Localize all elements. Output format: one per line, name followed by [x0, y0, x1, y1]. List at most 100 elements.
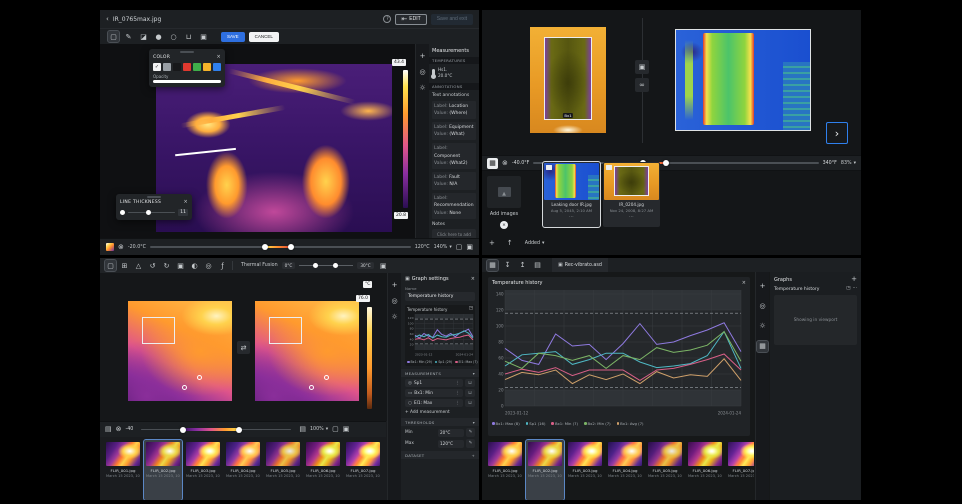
color-scale[interactable]: [367, 307, 372, 409]
add-icon[interactable]: +: [757, 281, 768, 292]
expand-icon[interactable]: ◳: [469, 307, 473, 312]
range-handle-low[interactable]: [262, 244, 268, 250]
add-measurement-button[interactable]: + Add measurement: [405, 410, 475, 415]
add-icon[interactable]: +: [392, 282, 398, 289]
film-card[interactable]: FLIR_002.jpg March 15 2023, 10:4...: [144, 440, 182, 500]
color-swatch[interactable]: [173, 63, 181, 71]
rotate-right-icon[interactable]: ↻: [161, 260, 172, 271]
range-handle-high[interactable]: [288, 244, 294, 250]
save-exit-button[interactable]: Save and exit: [431, 14, 473, 25]
close-icon[interactable]: ×: [217, 55, 222, 60]
graphs-icon[interactable]: ▦: [757, 341, 768, 352]
spot-marker[interactable]: [182, 385, 187, 390]
shape-icon[interactable]: △: [133, 260, 144, 271]
film-card[interactable]: FLIR_007.jpg March 15 2023, 10:4...: [726, 440, 754, 500]
range-handle-high[interactable]: [663, 160, 669, 166]
close-icon[interactable]: ×: [471, 277, 475, 282]
film-card[interactable]: FLIR_001.jpg March 15 2023, 10:4...: [486, 440, 524, 500]
opacity-slider[interactable]: [153, 80, 221, 83]
film-card[interactable]: FLIR_003.jpg March 15 2023, 10:4...: [184, 440, 222, 500]
palette-icon[interactable]: ◎: [391, 298, 397, 305]
zoom-dropdown[interactable]: 140%▾: [434, 245, 452, 250]
graph-name-input[interactable]: Temperature history: [405, 292, 475, 301]
annotations-section[interactable]: ANNOTATIONS: [429, 83, 479, 90]
annotation-field[interactable]: Label: Component Value: (What2): [432, 143, 476, 169]
card-menu-icon[interactable]: ⋯: [604, 214, 659, 220]
range-handle-high[interactable]: [236, 427, 242, 433]
alarm-icon[interactable]: ⊗: [502, 160, 508, 167]
blend-icon[interactable]: ◐: [189, 260, 200, 271]
measurements-section[interactable]: MEASUREMENTS▾: [401, 369, 479, 377]
fusion-min-value[interactable]: 0°C: [282, 262, 296, 269]
add-icon[interactable]: +: [420, 53, 426, 60]
measurement-box[interactable]: [269, 317, 302, 344]
file-tab[interactable]: ▣ Rec-vibrato.asd: [552, 258, 608, 272]
thresholds-section[interactable]: THRESHOLDS▾: [401, 418, 479, 426]
spot-marker[interactable]: [324, 375, 329, 380]
delete-measurement-button[interactable]: ⊔: [465, 399, 475, 407]
trash-tool-icon[interactable]: ⊔: [183, 31, 194, 42]
dataset-section[interactable]: DATASET+: [401, 451, 479, 459]
pen-tool-icon[interactable]: ✎: [123, 31, 134, 42]
annotation-field[interactable]: Label: Recommendation Value: None: [432, 193, 476, 219]
duplicate-tool-icon[interactable]: ▣: [198, 31, 209, 42]
color-swatch[interactable]: ✓: [153, 63, 161, 71]
fx-icon[interactable]: ƒ: [217, 260, 228, 271]
select-icon[interactable]: ▢: [105, 260, 116, 271]
film-card[interactable]: FLIR_002.jpg March 15 2023, 10:4...: [526, 440, 564, 500]
lightbulb-icon[interactable]: ☼: [419, 85, 425, 92]
zoom-dropdown[interactable]: 100%▾: [310, 427, 328, 432]
back-icon[interactable]: ‹: [106, 16, 109, 23]
fusion-range-slider[interactable]: [299, 262, 353, 270]
sort-direction-icon[interactable]: ↑: [507, 240, 513, 247]
max-value-input[interactable]: 120°C: [438, 440, 464, 448]
help-icon[interactable]: ?: [383, 15, 391, 23]
palette-icon[interactable]: ◎: [419, 69, 425, 76]
select-tool-icon[interactable]: ▢: [108, 31, 119, 42]
download-icon[interactable]: ↧: [502, 260, 513, 271]
film-card[interactable]: FLIR_005.jpg March 15 2023, 10:4...: [646, 440, 684, 500]
min-value-input[interactable]: 20°C: [438, 429, 464, 437]
cancel-button[interactable]: CANCEL: [249, 32, 279, 42]
measurement-box[interactable]: [142, 317, 175, 344]
save-icon[interactable]: ▤: [532, 260, 543, 271]
notes-input[interactable]: Click here to add notes: [432, 229, 476, 238]
close-icon[interactable]: ×: [742, 280, 746, 286]
film-card[interactable]: FLIR_003.jpg March 15 2023, 10:4...: [566, 440, 604, 500]
export-icon[interactable]: ↥: [517, 260, 528, 271]
image-card[interactable]: Leaking door IR.jpg Aug 5, 2045, 2:10 AM…: [543, 162, 600, 227]
palette-button[interactable]: ▦: [487, 158, 498, 169]
add-image-icon[interactable]: +: [489, 240, 495, 247]
delete-measurement-button[interactable]: ⊔: [465, 389, 475, 397]
next-image-button[interactable]: ›: [826, 122, 848, 144]
film-icon[interactable]: ▤: [299, 426, 306, 433]
copy-image-button[interactable]: ▣: [635, 60, 649, 74]
color-swatch[interactable]: [203, 63, 211, 71]
edit-button[interactable]: ⇤ EDIT: [395, 14, 426, 25]
graph-list-item[interactable]: Temperature history ◳ ⋯: [774, 287, 857, 292]
fusion-max-value[interactable]: 30°C: [357, 262, 373, 269]
sort-dropdown[interactable]: Added▾: [525, 241, 545, 246]
measurement-row[interactable]: ▭ Bx1: Min ⋮: [405, 389, 463, 397]
temperature-history-chart[interactable]: 0204060801001201402023-01-122024-01-24: [492, 288, 744, 416]
edit-icon[interactable]: ✎: [466, 439, 475, 448]
film-card[interactable]: FLIR_005.jpg March 15 2023, 10:4...: [264, 440, 302, 500]
palette-icon[interactable]: ◎: [203, 260, 214, 271]
color-scale[interactable]: [403, 70, 408, 208]
film-card[interactable]: FLIR_004.jpg March 15 2023, 10:4...: [224, 440, 262, 500]
item-menu-icon[interactable]: ⋯: [853, 287, 858, 292]
circle-filled-tool-icon[interactable]: ●: [153, 31, 164, 42]
save-button[interactable]: SAVE: [221, 32, 245, 42]
expand-icon[interactable]: ◳: [846, 287, 850, 292]
film-card[interactable]: FLIR_004.jpg March 15 2023, 10:4...: [606, 440, 644, 500]
rotate-left-icon[interactable]: ↺: [147, 260, 158, 271]
edit-icon[interactable]: ✎: [466, 428, 475, 437]
temperatures-section[interactable]: TEMPERATURES: [429, 57, 479, 64]
annotation-field[interactable]: Label: Fault Value: N/A: [432, 172, 476, 190]
palette-icon[interactable]: ◎: [757, 301, 768, 312]
palette-range-slider[interactable]: [141, 426, 291, 434]
annotation-field[interactable]: Label: Location Value: (Where): [432, 101, 476, 119]
film-card[interactable]: FLIR_007.jpg March 15 2023, 10:4...: [344, 440, 382, 500]
color-swatch[interactable]: [163, 63, 171, 71]
annotation-field[interactable]: Label: Equipment Value: (What): [432, 122, 476, 140]
